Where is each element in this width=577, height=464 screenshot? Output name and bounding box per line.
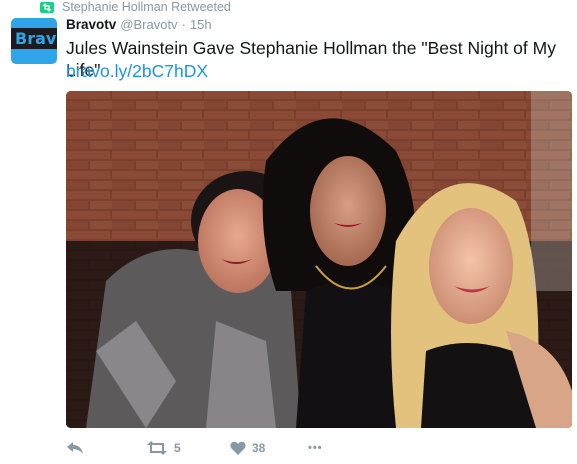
like-count: 38: [252, 441, 266, 455]
tweet-header: Bravotv @Bravotv · 15h: [66, 17, 212, 33]
retweet-context-text[interactable]: Stephanie Hollman Retweeted: [62, 0, 231, 14]
avatar[interactable]: Bravo: [11, 18, 57, 64]
separator-dot: ·: [181, 17, 186, 32]
retweet-button[interactable]: 5: [146, 438, 181, 458]
author-name[interactable]: Bravotv: [66, 17, 116, 33]
tweet-photo[interactable]: [66, 91, 572, 428]
retweet-context: Stephanie Hollman Retweeted: [40, 0, 231, 14]
reply-button[interactable]: [66, 438, 84, 458]
tweet-link[interactable]: bravo.ly/2bC7hDX: [66, 60, 208, 82]
heart-icon: [230, 441, 246, 455]
more-icon: •••: [308, 442, 323, 454]
more-button[interactable]: •••: [308, 438, 323, 458]
retweet-icon: [146, 441, 168, 455]
photo-image: [66, 91, 572, 428]
author-handle[interactable]: @Bravotv: [120, 17, 177, 33]
timestamp[interactable]: 15h: [190, 17, 212, 33]
reply-icon: [66, 441, 84, 455]
like-button[interactable]: 38: [230, 438, 265, 458]
retweet-count: 5: [174, 441, 181, 455]
bravo-logo: Bravo: [11, 28, 57, 49]
retweet-icon: [40, 1, 54, 13]
